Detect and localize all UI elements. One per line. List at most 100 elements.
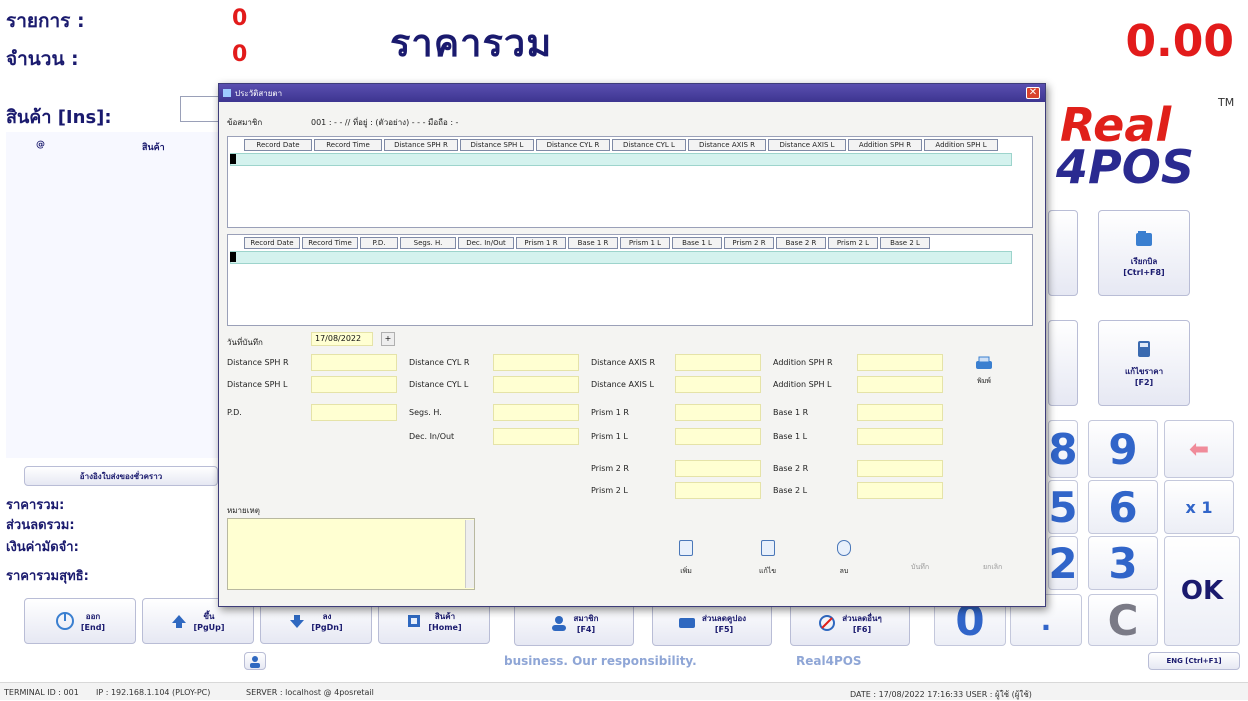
row-selector bbox=[230, 252, 236, 262]
coupon-discount-label: ส่วนลดคูปอง [F5] bbox=[701, 614, 747, 634]
table-row[interactable] bbox=[230, 153, 1012, 166]
temp-delivery-button[interactable]: อ้างอิงใบส่งของชั่วคราว bbox=[24, 466, 218, 486]
prism-grid[interactable]: Record Date Record Time P.D. Segs. H. De… bbox=[227, 234, 1033, 326]
save-record-button[interactable]: บันทึก bbox=[911, 562, 929, 573]
axis-r-field[interactable] bbox=[675, 354, 761, 371]
axis-l-label: Distance AXIS L bbox=[591, 380, 654, 389]
base1l-field[interactable] bbox=[857, 428, 943, 445]
g1-col-1: Record Time bbox=[314, 139, 382, 151]
dec-field[interactable] bbox=[493, 428, 579, 445]
page-up-label: ขึ้น [PgUp] bbox=[193, 612, 225, 632]
note-scrollbar[interactable] bbox=[465, 520, 474, 588]
g2-col-8: Base 1 L bbox=[672, 237, 722, 249]
hidden-button-2[interactable] bbox=[1048, 320, 1078, 406]
items-label: รายการ : bbox=[6, 10, 85, 32]
add-record-button[interactable]: เพิ่ม bbox=[679, 540, 693, 577]
multiply-key[interactable]: x 1 bbox=[1164, 480, 1234, 534]
backspace-key[interactable]: ⬅ bbox=[1164, 420, 1234, 478]
language-button[interactable]: ENG [Ctrl+F1] bbox=[1148, 652, 1240, 670]
trademark: TM bbox=[1218, 96, 1235, 109]
key-3[interactable]: 3 bbox=[1088, 536, 1158, 590]
date-picker-button[interactable]: + bbox=[381, 332, 395, 346]
dialog-title: ประวัติสายตา bbox=[235, 88, 283, 98]
total-title: ราคารวม bbox=[390, 21, 553, 65]
g2-col-9: Prism 2 R bbox=[724, 237, 774, 249]
g2-col-1: Record Time bbox=[302, 237, 358, 249]
ip-address: IP : 192.168.1.104 (PLOY-PC) bbox=[96, 688, 211, 697]
product-input[interactable] bbox=[180, 96, 220, 122]
g2-col-3: Segs. H. bbox=[400, 237, 456, 249]
key-5[interactable]: 5 bbox=[1048, 480, 1078, 534]
table-row[interactable] bbox=[230, 251, 1012, 264]
add-r-label: Addition SPH R bbox=[773, 358, 833, 367]
prism1r-field[interactable] bbox=[675, 404, 761, 421]
folder-icon bbox=[1136, 231, 1152, 246]
product-label: สินค้า [Ins]: bbox=[6, 107, 112, 128]
axis-l-field[interactable] bbox=[675, 376, 761, 393]
key-6[interactable]: 6 bbox=[1088, 480, 1158, 534]
key-8[interactable]: 8 bbox=[1048, 420, 1078, 478]
axis-r-label: Distance AXIS R bbox=[591, 358, 656, 367]
member-label: ข้อสมาชิก bbox=[227, 118, 263, 127]
clear-key[interactable]: C bbox=[1088, 594, 1158, 646]
power-icon bbox=[55, 612, 74, 630]
cyl-r-field[interactable] bbox=[493, 354, 579, 371]
delete-record-button[interactable]: ลบ bbox=[837, 540, 851, 577]
exit-button[interactable]: ออก [End] bbox=[24, 598, 136, 644]
sum-deposit-label: เงินค่ามัดจำ: bbox=[6, 540, 79, 555]
close-icon[interactable]: ✕ bbox=[1026, 87, 1040, 99]
key-2[interactable]: 2 bbox=[1048, 536, 1078, 590]
member-icon bbox=[551, 616, 566, 631]
calculator-icon bbox=[1138, 341, 1150, 357]
footer-brand: Real4POS bbox=[796, 654, 862, 668]
prism2l-label: Prism 2 L bbox=[591, 486, 628, 495]
pd-field[interactable] bbox=[311, 404, 397, 421]
sum-discount-label: ส่วนลดรวม: bbox=[6, 518, 75, 533]
prism2l-field[interactable] bbox=[675, 482, 761, 499]
coupon-icon bbox=[678, 618, 695, 628]
user-button[interactable] bbox=[244, 652, 266, 670]
terminal-id: TERMINAL ID : 001 bbox=[4, 688, 79, 697]
add-r-field[interactable] bbox=[857, 354, 943, 371]
print-button[interactable]: พิมพ์ bbox=[975, 356, 993, 387]
add-l-field[interactable] bbox=[857, 376, 943, 393]
hidden-button-1[interactable] bbox=[1048, 210, 1078, 296]
g2-col-11: Prism 2 L bbox=[828, 237, 878, 249]
prism2r-field[interactable] bbox=[675, 460, 761, 477]
col-at: @ bbox=[36, 140, 45, 150]
g1-col-7: Distance AXIS L bbox=[768, 139, 846, 151]
g2-col-0: Record Date bbox=[244, 237, 300, 249]
arrow-up-icon bbox=[172, 615, 187, 628]
note-textarea[interactable] bbox=[227, 518, 475, 590]
g2-col-2: P.D. bbox=[360, 237, 398, 249]
product-home-label: สินค้า [Home] bbox=[428, 612, 462, 632]
date-label: วันที่บันทึก bbox=[227, 338, 263, 347]
base2r-field[interactable] bbox=[857, 460, 943, 477]
base1r-field[interactable] bbox=[857, 404, 943, 421]
cyl-l-field[interactable] bbox=[493, 376, 579, 393]
base2l-field[interactable] bbox=[857, 482, 943, 499]
recall-bill-button[interactable]: เรียกบิล [Ctrl+F8] bbox=[1098, 210, 1190, 296]
key-9[interactable]: 9 bbox=[1088, 420, 1158, 478]
logo-line2: 4POS bbox=[1056, 140, 1194, 194]
date-field[interactable]: 17/08/2022 bbox=[311, 332, 373, 346]
exit-label: ออก [End] bbox=[80, 612, 106, 632]
edit-record-button[interactable]: แก้ไข bbox=[759, 540, 776, 577]
prism1r-label: Prism 1 R bbox=[591, 408, 629, 417]
ok-key[interactable]: OK bbox=[1164, 536, 1240, 646]
segs-field[interactable] bbox=[493, 404, 579, 421]
edit-icon bbox=[760, 540, 775, 556]
prism1l-field[interactable] bbox=[675, 428, 761, 445]
cart-list bbox=[6, 132, 221, 458]
segs-label: Segs. H. bbox=[409, 408, 442, 417]
page-down-label: ลง [PgDn] bbox=[311, 612, 343, 632]
row-selector bbox=[230, 154, 236, 164]
sph-r-field[interactable] bbox=[311, 354, 397, 371]
window-icon bbox=[223, 89, 231, 97]
distance-grid[interactable]: Record Date Record Time Distance SPH R D… bbox=[227, 136, 1033, 228]
g2-col-4: Dec. In/Out bbox=[458, 237, 514, 249]
cancel-record-button[interactable]: ยกเลิก bbox=[983, 562, 1002, 573]
sph-l-field[interactable] bbox=[311, 376, 397, 393]
g1-col-4: Distance CYL R bbox=[536, 139, 610, 151]
edit-price-button[interactable]: แก้ไขราคา [F2] bbox=[1098, 320, 1190, 406]
